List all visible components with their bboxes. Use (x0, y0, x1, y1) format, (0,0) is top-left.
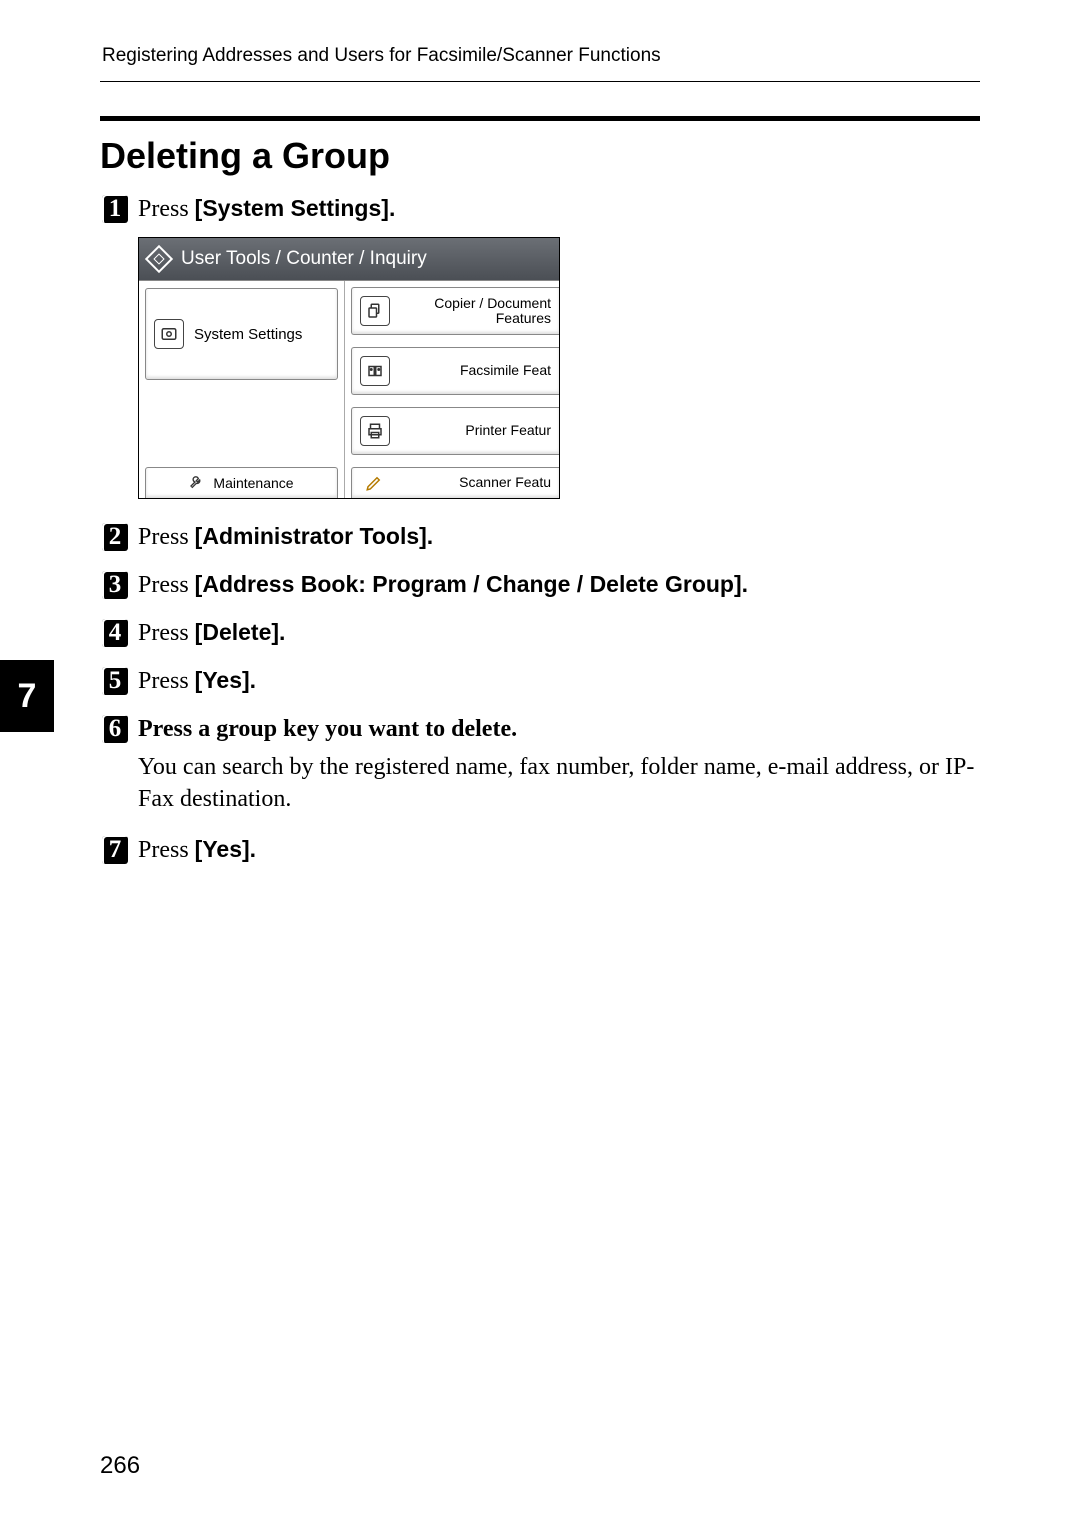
step-5-bold: [Yes] (195, 667, 250, 693)
step-2: 2 Press [Administrator Tools]. (102, 523, 980, 551)
step-4-prefix: Press (138, 620, 195, 646)
step-3-prefix: Press (138, 572, 195, 598)
step-3: 3 Press [Address Book: Program / Change … (102, 571, 980, 599)
maintenance-label: Maintenance (213, 475, 293, 491)
copier-features-button[interactable]: Copier / Document Features (351, 287, 559, 335)
step-number-icon: 7 (102, 836, 128, 864)
step-5: 5 Press [Yes]. (102, 667, 980, 695)
step-1-bold: [System Settings] (195, 195, 389, 221)
step-6-body: You can search by the registered name, f… (138, 751, 980, 816)
running-header: Registering Addresses and Users for Facs… (102, 45, 980, 67)
step-4-suffix: . (279, 619, 285, 645)
system-settings-button[interactable]: System Settings (145, 288, 338, 380)
step-number-icon: 5 (102, 667, 128, 695)
printer-icon (360, 416, 390, 446)
step-3-bold: [Address Book: Program / Change / Delete… (195, 571, 742, 597)
step-number-icon: 4 (102, 619, 128, 647)
step-2-prefix: Press (138, 524, 195, 550)
header-rule (100, 81, 980, 82)
system-settings-label: System Settings (194, 326, 302, 343)
facsimile-features-label: Facsimile Feat (400, 363, 551, 378)
scanner-features-label: Scanner Featu (398, 475, 551, 490)
step-7-suffix: . (250, 836, 256, 862)
maintenance-button[interactable]: Maintenance (145, 467, 338, 498)
step-1-text: Press [System Settings]. (138, 195, 395, 223)
gear-box-icon (154, 319, 184, 349)
printer-features-label: Printer Featur (400, 423, 551, 438)
step-4: 4 Press [Delete]. (102, 619, 980, 647)
embedded-screenshot: User Tools / Counter / Inquiry System Se… (138, 237, 560, 499)
step-number-icon: 2 (102, 523, 128, 551)
printer-features-button[interactable]: Printer Featur (351, 407, 559, 455)
diamond-icon (145, 245, 173, 273)
step-3-text: Press [Address Book: Program / Change / … (138, 571, 748, 599)
page-title: Deleting a Group (100, 135, 980, 177)
copier-features-label: Copier / Document Features (400, 296, 551, 327)
step-5-prefix: Press (138, 668, 195, 694)
step-2-text: Press [Administrator Tools]. (138, 523, 433, 551)
step-1: 1 Press [System Settings]. User Tools / … (102, 195, 980, 499)
step-1-prefix: Press (138, 196, 195, 222)
step-3-suffix: . (742, 571, 748, 597)
section-rule (100, 116, 980, 121)
step-2-bold: [Administrator Tools] (195, 523, 427, 549)
fax-icon (360, 356, 390, 386)
step-4-bold: [Delete] (195, 619, 279, 645)
screenshot-titlebar: User Tools / Counter / Inquiry (139, 238, 559, 280)
step-7: 7 Press [Yes]. (102, 836, 980, 864)
step-number-icon: 6 (102, 715, 128, 743)
step-5-text: Press [Yes]. (138, 667, 256, 695)
step-6-text: Press a group key you want to delete. (138, 716, 517, 743)
page-number: 266 (100, 1452, 140, 1480)
step-7-text: Press [Yes]. (138, 836, 256, 864)
chapter-tab: 7 (0, 660, 54, 732)
step-7-bold: [Yes] (195, 836, 250, 862)
scanner-features-button[interactable]: Scanner Featu (351, 467, 559, 498)
step-1-suffix: . (389, 195, 395, 221)
step-5-suffix: . (250, 667, 256, 693)
step-6: 6 Press a group key you want to delete. … (102, 715, 980, 816)
wrench-icon (189, 474, 205, 493)
step-number-icon: 1 (102, 195, 128, 223)
copier-icon (360, 296, 390, 326)
step-7-prefix: Press (138, 837, 195, 863)
facsimile-features-button[interactable]: Facsimile Feat (351, 347, 559, 395)
screenshot-title-text: User Tools / Counter / Inquiry (181, 248, 427, 270)
step-2-suffix: . (427, 523, 433, 549)
pen-icon (360, 474, 388, 492)
step-number-icon: 3 (102, 571, 128, 599)
step-4-text: Press [Delete]. (138, 619, 285, 647)
